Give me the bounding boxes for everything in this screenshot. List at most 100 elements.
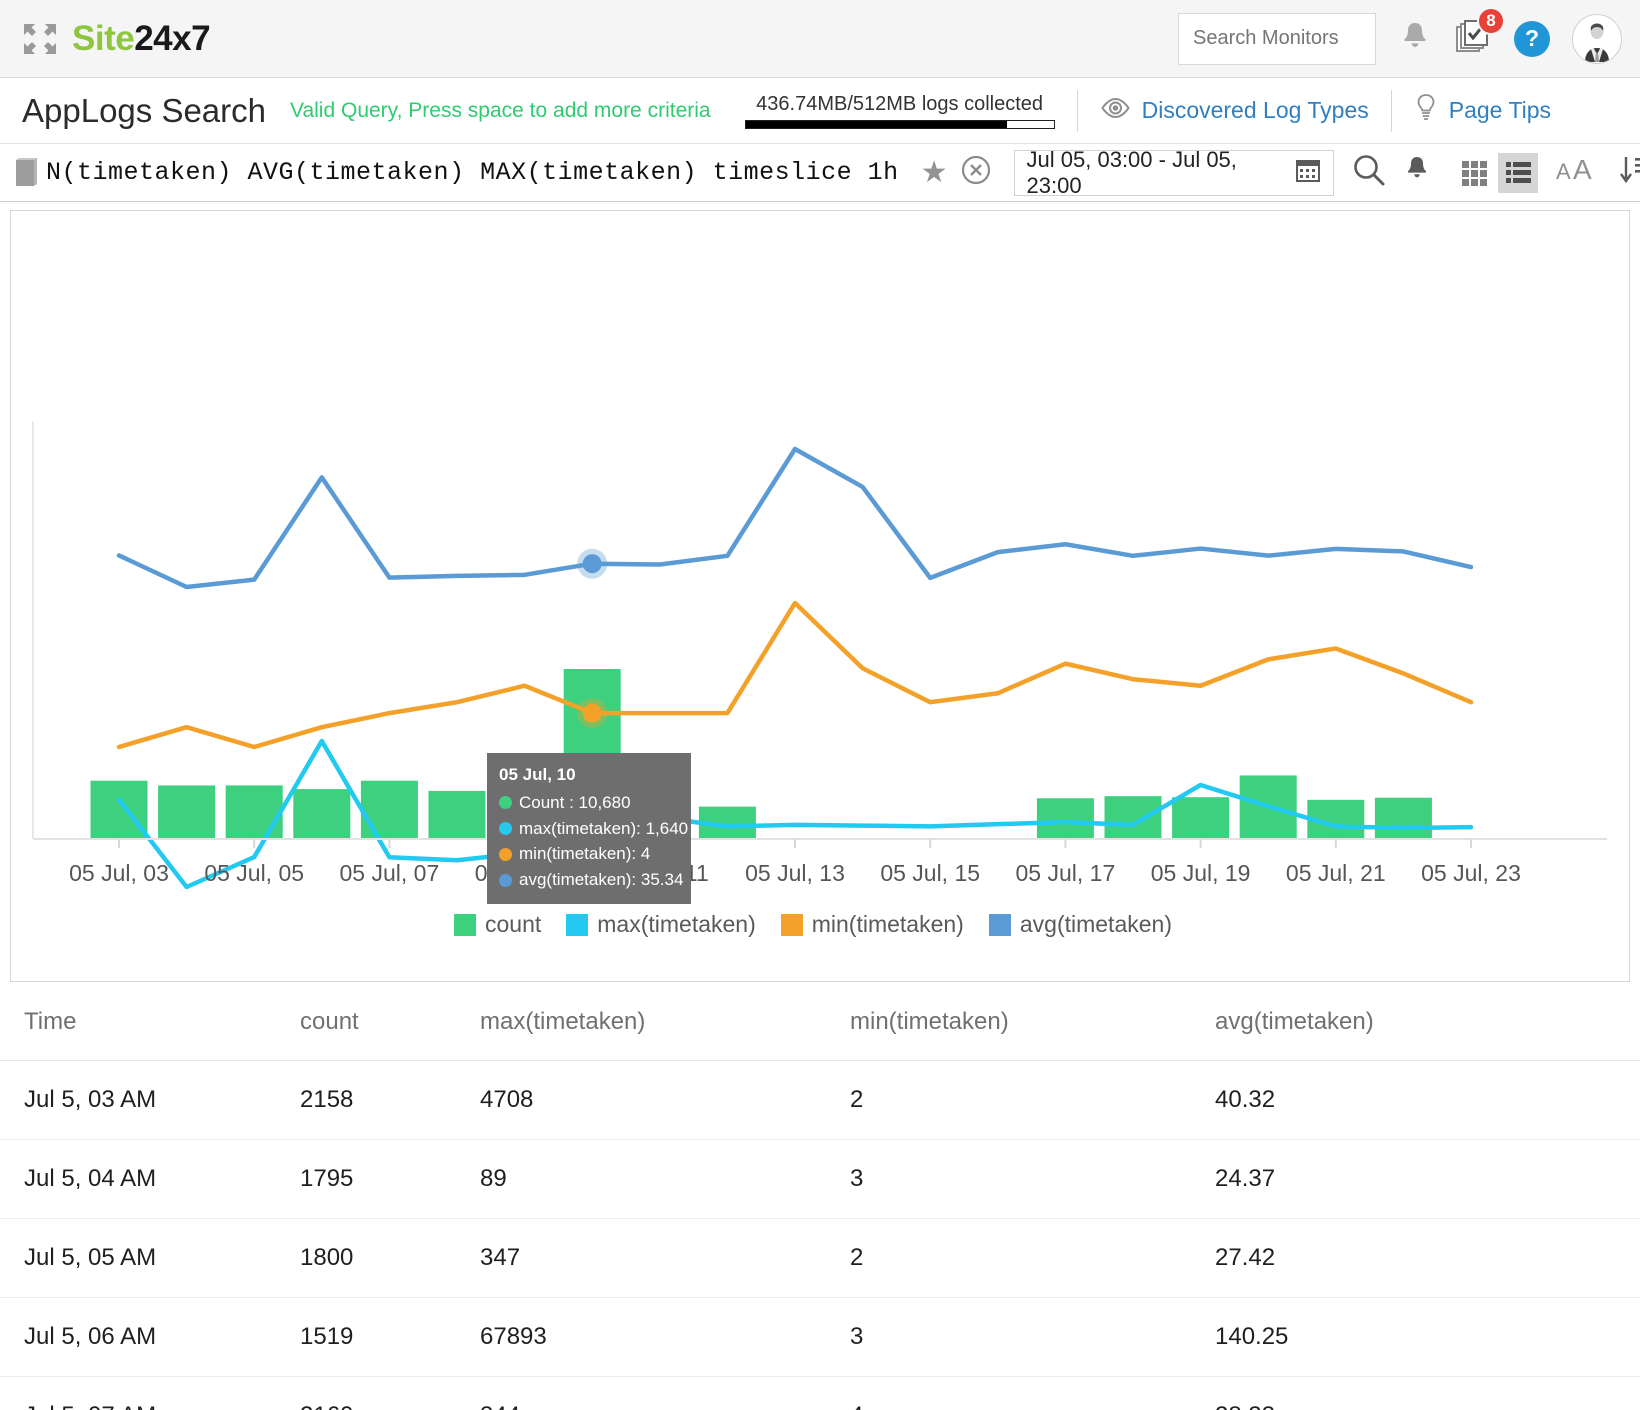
results-table: Time count max(timetaken) min(timetaken)… [0, 982, 1640, 1410]
column-header-count[interactable]: count [300, 982, 480, 1061]
search-monitors-input[interactable] [1178, 13, 1376, 65]
user-avatar[interactable] [1572, 14, 1622, 64]
table-cell-count: 2158 [300, 1061, 480, 1140]
lightbulb-icon [1414, 93, 1438, 129]
legend-swatch [989, 914, 1011, 936]
help-button[interactable]: ? [1514, 21, 1550, 57]
legend-item-mintimetaken[interactable]: min(timetaken) [781, 911, 964, 938]
tooltip-row: avg(timetaken): 35.34 [499, 867, 679, 893]
table-cell-avgtimetaken: 40.32 [1215, 1061, 1640, 1140]
table-cell-count: 1800 [300, 1219, 480, 1298]
table-row[interactable]: Jul 5, 04 AM179589324.37 [0, 1140, 1640, 1219]
results-table-head: Time count max(timetaken) min(timetaken)… [0, 982, 1640, 1061]
sort-descending-icon[interactable] [1618, 154, 1640, 191]
chart-legend: count max(timetaken) min(timetaken) avg(tim… [11, 911, 1629, 938]
query-bar: N(timetaken) AVG(timetaken) MAX(timetake… [0, 144, 1640, 202]
calendar-icon[interactable] [1295, 157, 1321, 189]
brand-logo[interactable]: Site24x7 [22, 19, 210, 59]
table-cell-Time: Jul 5, 03 AM [0, 1061, 300, 1140]
column-header-min[interactable]: min(timetaken) [850, 982, 1215, 1061]
top-bar: Site24x7 8 ? [0, 0, 1640, 78]
table-cell-maxtimetaken: 89 [480, 1140, 850, 1219]
results-table-body: Jul 5, 03 AM21584708240.32Jul 5, 04 AM17… [0, 1061, 1640, 1410]
list-view-icon[interactable] [1498, 153, 1538, 193]
table-cell-mintimetaken: 3 [850, 1140, 1215, 1219]
query-input[interactable]: N(timetaken) AVG(timetaken) MAX(timetake… [46, 158, 899, 187]
discovered-log-types-link[interactable]: Discovered Log Types [1100, 97, 1369, 125]
log-quota-text: 436.74MB/512MB logs collected [745, 93, 1055, 115]
discovered-log-types-label: Discovered Log Types [1142, 97, 1369, 124]
column-header-avg[interactable]: avg(timetaken) [1215, 982, 1640, 1061]
page-tips-link[interactable]: Page Tips [1414, 93, 1551, 129]
header-divider-2 [1391, 90, 1392, 132]
table-cell-mintimetaken: 2 [850, 1061, 1215, 1140]
bell-icon [1398, 19, 1432, 58]
svg-text:05 Jul, 21: 05 Jul, 21 [1286, 860, 1386, 886]
legend-item-avgtimetaken[interactable]: avg(timetaken) [989, 911, 1172, 938]
svg-text:A: A [1573, 155, 1592, 185]
chart-tooltip: 05 Jul, 10 Count : 10,680 max(timetaken)… [487, 753, 691, 904]
svg-text:05 Jul, 23: 05 Jul, 23 [1421, 860, 1521, 886]
tasks-badge: 8 [1477, 7, 1505, 35]
legend-item-maxtimetaken[interactable]: max(timetaken) [566, 911, 755, 938]
table-cell-Time: Jul 5, 07 AM [0, 1377, 300, 1410]
column-header-max[interactable]: max(timetaken) [480, 982, 850, 1061]
legend-label: max(timetaken) [597, 911, 755, 938]
tooltip-label-min: min(timetaken): 4 [519, 841, 650, 867]
table-cell-Time: Jul 5, 05 AM [0, 1219, 300, 1298]
svg-text:05 Jul, 19: 05 Jul, 19 [1151, 860, 1251, 886]
table-row[interactable]: Jul 5, 03 AM21584708240.32 [0, 1061, 1640, 1140]
brand-name-second: 24x7 [134, 19, 210, 58]
tasks-button[interactable]: 8 [1454, 18, 1492, 59]
table-row[interactable]: Jul 5, 06 AM1519678933140.25 [0, 1298, 1640, 1377]
date-range-picker[interactable]: Jul 05, 03:00 - Jul 05, 23:00 [1014, 150, 1334, 196]
legend-swatch [781, 914, 803, 936]
table-row[interactable]: Jul 5, 05 AM1800347227.42 [0, 1219, 1640, 1298]
chart-panel: 05 Jul, 0305 Jul, 0505 Jul, 0705 Jul, 09… [10, 210, 1630, 982]
eye-icon [1100, 97, 1131, 125]
search-magnifier-icon[interactable] [1352, 153, 1386, 192]
bell-alarm-icon[interactable] [1404, 155, 1430, 190]
top-bar-actions: 8 ? [1178, 13, 1622, 65]
tooltip-row: max(timetaken): 1,640 [499, 816, 679, 842]
table-cell-maxtimetaken: 4708 [480, 1061, 850, 1140]
table-cell-mintimetaken: 3 [850, 1298, 1215, 1377]
table-cell-avgtimetaken: 24.37 [1215, 1140, 1640, 1219]
brand-name-first: Site [72, 19, 134, 58]
header-divider-1 [1077, 90, 1078, 132]
table-cell-count: 1519 [300, 1298, 480, 1377]
tooltip-row: min(timetaken): 4 [499, 841, 679, 867]
query-validity-status: Valid Query, Press space to add more cri… [290, 99, 711, 123]
view-toggle-group [1454, 153, 1538, 193]
tooltip-dot-avg [499, 874, 512, 887]
table-cell-mintimetaken: 4 [850, 1377, 1215, 1410]
legend-item-count[interactable]: count [454, 911, 541, 938]
svg-text:05 Jul, 05: 05 Jul, 05 [204, 860, 304, 886]
table-cell-count: 2160 [300, 1377, 480, 1410]
clear-circle-x-icon[interactable] [960, 154, 992, 191]
column-header-time[interactable]: Time [0, 982, 300, 1061]
query-bar-actions: A A [1352, 153, 1640, 193]
chart-svg: 05 Jul, 0305 Jul, 0505 Jul, 0705 Jul, 09… [11, 211, 1629, 911]
tooltip-row: Count : 10,680 [499, 790, 679, 816]
star-favorite-icon[interactable]: ★ [921, 155, 948, 190]
notifications-bell-button[interactable] [1398, 19, 1432, 58]
legend-swatch [454, 914, 476, 936]
tooltip-dot-min [499, 848, 512, 861]
table-header-row: Time count max(timetaken) min(timetaken)… [0, 982, 1640, 1061]
table-cell-maxtimetaken: 347 [480, 1219, 850, 1298]
table-cell-count: 1795 [300, 1140, 480, 1219]
legend-label: count [485, 911, 541, 938]
table-cell-avgtimetaken: 28.33 [1215, 1377, 1640, 1410]
svg-text:05 Jul, 17: 05 Jul, 17 [1016, 860, 1116, 886]
log-quota-indicator: 436.74MB/512MB logs collected [745, 93, 1055, 129]
table-cell-Time: Jul 5, 06 AM [0, 1298, 300, 1377]
chart-canvas[interactable]: 05 Jul, 0305 Jul, 0505 Jul, 0705 Jul, 09… [11, 211, 1629, 981]
svg-text:A: A [1556, 159, 1571, 184]
font-size-icon[interactable]: A A [1556, 155, 1600, 190]
table-cell-Time: Jul 5, 04 AM [0, 1140, 300, 1219]
grid-view-icon[interactable] [1454, 153, 1494, 193]
book-icon[interactable] [12, 157, 38, 189]
collapse-arrows-icon[interactable] [22, 22, 58, 56]
table-row[interactable]: Jul 5, 07 AM2160344428.33 [0, 1377, 1640, 1410]
